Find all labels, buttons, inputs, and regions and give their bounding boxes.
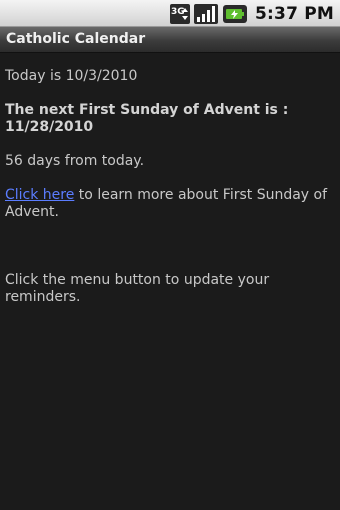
battery-charging-icon (223, 4, 248, 23)
learn-more-link[interactable]: Click here (5, 187, 74, 203)
next-event-date: 11/28/2010 (5, 119, 94, 135)
signal-strength-icon (194, 3, 219, 24)
menu-hint-text: Click the menu button to update your rem… (5, 272, 270, 305)
next-event: The next First Sunday of Advent is : 11/… (5, 102, 337, 136)
learn-more-text: Click here to learn more about First Sun… (5, 187, 337, 221)
status-icons: 3G 5:37 PM (170, 2, 334, 25)
today-text: Today is 10/3/2010 (5, 68, 138, 84)
next-event-label: The next First Sunday of Advent is : (5, 102, 289, 118)
status-clock: 5:37 PM (255, 3, 334, 24)
app-title: Catholic Calendar (6, 31, 146, 47)
days-remaining-text: 56 days from today. (5, 153, 145, 169)
3g-data-icon: 3G (170, 3, 191, 24)
main-content: Today is 10/3/2010 The next First Sunday… (5, 68, 337, 306)
title-bar: Catholic Calendar (0, 27, 340, 53)
status-bar: 3G 5:37 PM (0, 0, 340, 27)
